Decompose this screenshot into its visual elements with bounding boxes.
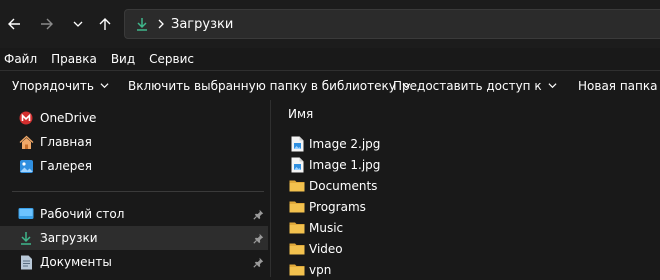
file-row[interactable]: Image 1.jpg <box>271 154 660 175</box>
sidebar-item-gallery[interactable]: Галерея <box>0 154 268 178</box>
file-name: Image 1.jpg <box>309 157 381 172</box>
documents-icon <box>18 254 34 270</box>
chevron-down-icon <box>73 21 83 27</box>
pin-icon[interactable] <box>252 208 264 220</box>
menu-bar: Файл Правка Вид Сервис <box>0 48 660 70</box>
forward-button[interactable] <box>37 14 57 34</box>
sidebar-item-downloads[interactable]: Загрузки <box>0 226 268 250</box>
column-header-name[interactable]: Имя <box>288 107 313 121</box>
file-row[interactable]: Video <box>271 238 660 259</box>
include-in-library-label: Включить выбранную папку в библиотеку <box>128 78 396 93</box>
folder-icon <box>289 178 305 194</box>
file-name: Video <box>309 241 343 256</box>
navigation-pane: OneDrive Главная Галерея Рабочий стол За… <box>0 100 270 277</box>
desktop-icon <box>18 206 34 222</box>
sidebar-item-label: OneDrive <box>40 111 97 125</box>
onedrive-icon <box>18 110 34 126</box>
title-bar: Загрузки <box>0 0 660 48</box>
address-bar[interactable]: Загрузки <box>124 9 660 39</box>
arrow-up-icon <box>99 18 111 30</box>
file-row[interactable]: Music <box>271 217 660 238</box>
folder-icon <box>289 220 305 236</box>
sidebar-item-home[interactable]: Главная <box>0 130 268 154</box>
file-row[interactable]: Programs <box>271 196 660 217</box>
sidebar-item-documents[interactable]: Документы <box>0 250 268 274</box>
menu-view[interactable]: Вид <box>111 52 135 66</box>
image-file-icon <box>289 136 305 152</box>
file-name: Image 2.jpg <box>309 136 381 151</box>
downloads-icon <box>18 230 34 246</box>
up-button[interactable] <box>95 14 115 34</box>
folder-icon <box>289 199 305 215</box>
new-folder-label: Новая папка <box>578 78 658 93</box>
chevron-down-icon <box>100 81 109 90</box>
arrow-left-icon <box>8 18 20 30</box>
folder-icon <box>289 241 305 257</box>
file-name: Programs <box>309 199 366 214</box>
file-name: vpn <box>309 262 332 277</box>
breadcrumb-chevron-icon <box>157 19 165 29</box>
chevron-down-icon <box>548 81 557 90</box>
sidebar-item-label: Главная <box>40 135 92 149</box>
menu-edit[interactable]: Правка <box>51 52 97 66</box>
menu-tools[interactable]: Сервис <box>149 52 194 66</box>
folder-icon <box>289 262 305 278</box>
pin-icon[interactable] <box>252 232 264 244</box>
image-file-icon <box>289 157 305 173</box>
sidebar-item-label: Загрузки <box>40 231 98 245</box>
file-name: Documents <box>309 178 378 193</box>
pin-icon[interactable] <box>252 256 264 268</box>
sidebar-item-onedrive[interactable]: OneDrive <box>0 106 268 130</box>
sidebar-item-label: Документы <box>40 255 112 269</box>
gallery-icon <box>18 158 34 174</box>
file-name: Music <box>309 220 344 235</box>
breadcrumb-current-folder[interactable]: Загрузки <box>171 17 233 32</box>
file-row[interactable]: Documents <box>271 175 660 196</box>
back-button[interactable] <box>4 14 24 34</box>
main-area: OneDrive Главная Галерея Рабочий стол За… <box>0 100 660 277</box>
arrow-right-icon <box>41 18 53 30</box>
recent-locations-button[interactable] <box>68 14 88 34</box>
share-with-label: Предоставить доступ к <box>393 78 542 93</box>
organize-button[interactable]: Упорядочить <box>12 71 109 100</box>
menu-file[interactable]: Файл <box>4 52 37 66</box>
home-icon <box>18 134 34 150</box>
new-folder-button[interactable]: Новая папка <box>578 71 657 100</box>
sidebar-item-desktop[interactable]: Рабочий стол <box>0 202 268 226</box>
sidebar-item-label: Рабочий стол <box>40 207 125 221</box>
sidebar-item-label: Галерея <box>40 159 92 173</box>
command-bar: Упорядочить Включить выбранную папку в б… <box>0 71 660 100</box>
sidebar-divider <box>12 191 264 192</box>
organize-label: Упорядочить <box>12 78 94 93</box>
include-in-library-button[interactable]: Включить выбранную папку в библиотеку <box>128 71 411 100</box>
file-row[interactable]: Image 2.jpg <box>271 133 660 154</box>
file-list: Имя Image 2.jpg Image 1.jpg Documents Pr… <box>271 100 660 277</box>
downloads-icon <box>135 17 149 31</box>
share-with-button[interactable]: Предоставить доступ к <box>393 71 557 100</box>
